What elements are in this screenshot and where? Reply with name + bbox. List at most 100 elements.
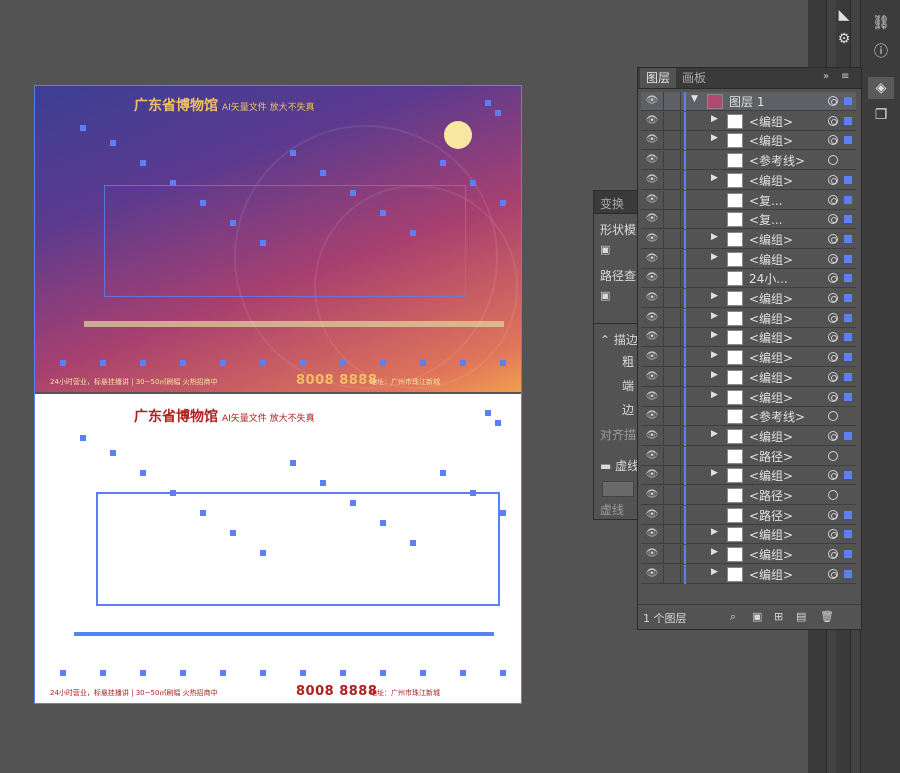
anchor-point[interactable] bbox=[350, 190, 356, 196]
lock-toggle[interactable] bbox=[663, 249, 681, 269]
layer-name[interactable]: <路径> bbox=[749, 448, 793, 465]
selection-indicator[interactable] bbox=[844, 569, 852, 578]
anchor-point[interactable] bbox=[350, 500, 356, 506]
layers-panel[interactable]: 图层 画板 » ≡ 👁 ▼ 图层 1 👁 ▶ <编组> 👁 ▶ <编组> 👁 <参考线> 👁 ▶ <编组>… bbox=[637, 67, 862, 630]
layer-name[interactable]: <编组> bbox=[749, 428, 793, 445]
tab-artboards[interactable]: 画板 bbox=[676, 68, 712, 88]
anchor-point[interactable] bbox=[220, 670, 226, 676]
unite-icon[interactable]: ▣ bbox=[600, 243, 610, 256]
lock-toggle[interactable] bbox=[663, 407, 681, 427]
collapse-triangle-icon[interactable]: ▶ bbox=[711, 133, 718, 143]
anchor-point[interactable] bbox=[170, 180, 176, 186]
selection-indicator[interactable] bbox=[844, 510, 852, 519]
layer-row[interactable]: 👁 ▶ <编组> bbox=[641, 564, 856, 584]
layer-name[interactable]: 图层 1 bbox=[729, 93, 764, 110]
anchor-point[interactable] bbox=[220, 360, 226, 366]
anchor-point[interactable] bbox=[420, 360, 426, 366]
target-circle-icon[interactable] bbox=[828, 568, 838, 579]
lock-toggle[interactable] bbox=[663, 111, 681, 131]
anchor-point[interactable] bbox=[180, 670, 186, 676]
anchor-point[interactable] bbox=[100, 360, 106, 366]
anchor-point[interactable] bbox=[470, 490, 476, 496]
lock-toggle[interactable] bbox=[663, 170, 681, 190]
anchor-point[interactable] bbox=[290, 460, 296, 466]
layer-name[interactable]: <路径> bbox=[749, 487, 793, 504]
visibility-eye-icon[interactable]: 👁 bbox=[645, 547, 659, 561]
layer-name[interactable]: <编组> bbox=[749, 329, 793, 346]
target-circle-icon[interactable] bbox=[828, 411, 838, 422]
target-circle-icon[interactable] bbox=[828, 233, 838, 244]
anchor-point[interactable] bbox=[440, 470, 446, 476]
layer-name[interactable]: <编组> bbox=[749, 389, 793, 406]
stroke-tab[interactable]: ⌃ 描边 bbox=[600, 331, 638, 348]
anchor-point[interactable] bbox=[380, 520, 386, 526]
layer-name[interactable]: <路径> bbox=[749, 507, 793, 524]
selection-indicator[interactable] bbox=[844, 392, 852, 401]
selection-indicator[interactable] bbox=[844, 471, 852, 480]
selection-indicator[interactable] bbox=[844, 294, 852, 302]
target-circle-icon[interactable] bbox=[828, 273, 838, 284]
anchor-point[interactable] bbox=[140, 670, 146, 676]
tab-layers[interactable]: 图层 bbox=[640, 68, 677, 88]
anchor-point[interactable] bbox=[340, 360, 346, 366]
selection-indicator[interactable] bbox=[844, 234, 852, 243]
anchor-point[interactable] bbox=[500, 200, 506, 206]
visibility-eye-icon[interactable]: 👁 bbox=[645, 527, 659, 541]
target-circle-icon[interactable] bbox=[828, 214, 838, 225]
layer-name[interactable]: 24小... bbox=[749, 270, 788, 287]
transform-tab[interactable]: 变换 bbox=[600, 195, 624, 212]
lock-toggle[interactable] bbox=[663, 545, 681, 565]
anchor-point[interactable] bbox=[320, 170, 326, 176]
anchor-point[interactable] bbox=[100, 670, 106, 676]
collapse-triangle-icon[interactable]: ▶ bbox=[711, 468, 718, 478]
collapse-triangle-icon[interactable]: ▶ bbox=[711, 350, 718, 360]
anchor-point[interactable] bbox=[380, 210, 386, 216]
anchor-point[interactable] bbox=[200, 510, 206, 516]
layers-icon[interactable]: ◈ bbox=[868, 77, 894, 99]
target-circle-icon[interactable] bbox=[828, 115, 838, 126]
anchor-point[interactable] bbox=[80, 435, 86, 441]
anchor-point[interactable] bbox=[60, 670, 66, 676]
visibility-eye-icon[interactable]: 👁 bbox=[645, 449, 659, 463]
anchor-point[interactable] bbox=[140, 470, 146, 476]
collapse-icon[interactable]: » bbox=[823, 71, 829, 82]
layer-name[interactable]: <编组> bbox=[749, 467, 793, 484]
lock-toggle[interactable] bbox=[663, 348, 681, 368]
target-circle-icon[interactable] bbox=[828, 194, 838, 205]
anchor-point[interactable] bbox=[460, 670, 466, 676]
layer-row[interactable]: 👁 ▶ <编组> bbox=[641, 387, 856, 407]
visibility-eye-icon[interactable]: 👁 bbox=[645, 508, 659, 522]
collapse-triangle-icon[interactable]: ▶ bbox=[711, 232, 718, 242]
visibility-eye-icon[interactable]: 👁 bbox=[645, 488, 659, 502]
anchor-point[interactable] bbox=[485, 100, 491, 106]
target-circle-icon[interactable] bbox=[828, 332, 838, 343]
layer-name[interactable]: <复... bbox=[749, 192, 783, 209]
layer-name[interactable]: <编组> bbox=[749, 231, 793, 248]
selection-indicator[interactable] bbox=[844, 97, 852, 105]
visibility-eye-icon[interactable]: 👁 bbox=[645, 114, 659, 128]
collapse-triangle-icon[interactable]: ▶ bbox=[711, 567, 718, 577]
visibility-eye-icon[interactable]: 👁 bbox=[645, 311, 659, 325]
layer-row[interactable]: 👁 ▶ <编组> bbox=[641, 525, 856, 545]
target-circle-icon[interactable] bbox=[828, 490, 838, 500]
visibility-eye-icon[interactable]: 👁 bbox=[645, 390, 659, 404]
dash-field[interactable] bbox=[602, 481, 634, 497]
target-circle-icon[interactable] bbox=[828, 312, 838, 323]
links-icon[interactable]: ⛓ bbox=[868, 12, 894, 34]
visibility-eye-icon[interactable]: 👁 bbox=[645, 350, 659, 364]
layer-row[interactable]: 👁 <复... bbox=[641, 210, 856, 230]
layer-row[interactable]: 👁 <复... bbox=[641, 190, 856, 210]
layer-row[interactable]: 👁 ▶ <编组> bbox=[641, 170, 856, 190]
layer-row[interactable]: 👁 ▶ <编组> bbox=[641, 328, 856, 348]
layer-row[interactable]: 👁 <路径> bbox=[641, 486, 856, 505]
layer-row[interactable]: 👁 ▶ <编组> bbox=[641, 308, 856, 328]
dashed-line-checkbox[interactable]: ▬ 虚线 bbox=[600, 457, 639, 474]
visibility-eye-icon[interactable]: 👁 bbox=[645, 370, 659, 384]
lock-toggle[interactable] bbox=[663, 229, 681, 249]
target-circle-icon[interactable] bbox=[828, 529, 838, 540]
target-circle-icon[interactable] bbox=[828, 96, 838, 106]
artboards-icon[interactable]: ❐ bbox=[868, 104, 894, 126]
lock-toggle[interactable] bbox=[663, 190, 681, 210]
anchor-point[interactable] bbox=[140, 360, 146, 366]
target-circle-icon[interactable] bbox=[828, 371, 838, 382]
